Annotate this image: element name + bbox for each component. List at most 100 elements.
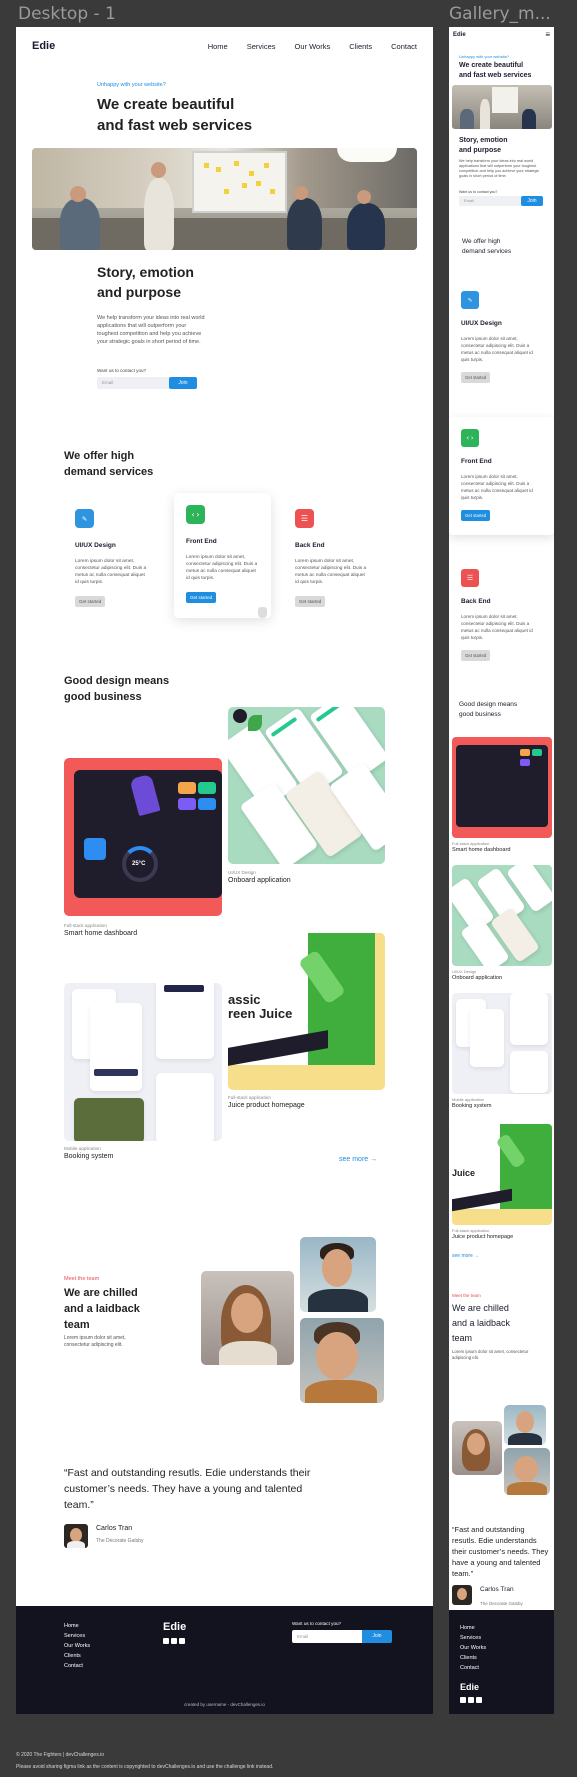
mobile-work-caption-booking: Mobile application Booking system (452, 1097, 491, 1109)
mobile-footer-link-our-works[interactable]: Our Works (460, 1643, 486, 1653)
mobile-service-card-uiux: ✎ UI/UX Design Lorem ipsum dolor sit ame… (449, 279, 554, 396)
mobile-work-name[interactable]: Juice product homepage (452, 1234, 513, 1240)
logo[interactable]: Edie (32, 40, 55, 52)
mobile-footer-link-home[interactable]: Home (460, 1623, 486, 1633)
footer-link-home[interactable]: Home (64, 1621, 90, 1631)
service-card-desc: Lorem ipsum dolor sit amet, consectetur … (75, 559, 147, 585)
work-name[interactable]: Onboard application (228, 877, 291, 884)
mobile-frame: Edie ≡ Unhappy with your website? We cre… (449, 27, 554, 1714)
story-title-line-2: and purpose (97, 284, 182, 300)
nav-links: Home Services Our Works Clients Contact (189, 42, 417, 51)
mobile-service-card-backend: ☰ Back End Lorem ipsum dolor sit amet, c… (449, 557, 554, 674)
mobile-work-category: Full-stack application (452, 1228, 490, 1233)
mobile-work-image-juice[interactable]: Juice (452, 1124, 552, 1225)
nav-link-services[interactable]: Services (247, 42, 276, 51)
nav-link-our-works[interactable]: Our Works (295, 42, 331, 51)
mobile-story-body: We help transform your ideas into real w… (459, 159, 540, 178)
services-title-line-1: We offer high (64, 450, 135, 462)
mobile-logo[interactable]: Edie (453, 32, 466, 38)
work-category: Mobile application (64, 1146, 101, 1151)
mobile-work-image-smart-home[interactable] (452, 737, 552, 838)
nav-link-contact[interactable]: Contact (391, 42, 417, 51)
mobile-see-more-link[interactable]: see more → (452, 1253, 479, 1259)
footer-link-our-works[interactable]: Our Works (64, 1641, 90, 1651)
mobile-works-title-line-2: good business (459, 711, 501, 718)
mobile-services-title-line-1: We offer high (462, 238, 501, 245)
testimonial-avatar (64, 1524, 88, 1548)
work-image-booking[interactable] (64, 983, 222, 1141)
services-title-line-2: demand services (64, 466, 154, 478)
mobile-footer-link-services[interactable]: Services (460, 1633, 486, 1643)
mobile-get-started-button[interactable]: Get started (461, 650, 491, 661)
work-caption-smart-home: Full-stack application Smart home dashbo… (64, 923, 137, 937)
footer-link-services[interactable]: Services (64, 1631, 90, 1641)
linkedin-icon[interactable] (171, 1638, 177, 1644)
juice-hero-text: assic reen Juice (228, 993, 292, 1021)
footer-email-input[interactable]: Email (292, 1630, 362, 1643)
work-name[interactable]: Smart home dashboard (64, 930, 137, 937)
mobile-get-started-button[interactable]: Get started (461, 510, 491, 521)
mobile-testimonial-role: The Decorate Gatsby (480, 1601, 523, 1606)
testimonial-quote: “Fast and outstanding resutls. Edie unde… (64, 1467, 311, 1511)
get-started-button[interactable]: Get started (186, 592, 217, 603)
mobile-footer-link-clients[interactable]: Clients (460, 1653, 486, 1663)
instagram-icon[interactable] (163, 1638, 169, 1644)
service-card-desc: Lorem ipsum dolor sit amet, consectetur … (186, 555, 258, 581)
work-image-onboard[interactable] (228, 707, 385, 864)
legal-notice: Please avoid sharing figma link as the c… (16, 1764, 274, 1770)
mobile-join-button[interactable]: Join (521, 196, 543, 206)
twitter-icon[interactable] (179, 1638, 185, 1644)
mobile-hero-title-line-2: and fast web services (459, 72, 532, 79)
work-image-juice[interactable]: assic reen Juice (228, 933, 385, 1090)
mobile-work-image-booking[interactable] (452, 993, 552, 1094)
footer-join-button[interactable]: Join (362, 1630, 392, 1643)
service-card-desc: Lorem ipsum dolor sit amet, consectetur … (295, 559, 367, 585)
story-title-line-1: Story, emotion (97, 264, 194, 280)
see-more-link[interactable]: see more → (339, 1156, 377, 1163)
mobile-team-title-line-2: and a laidback (452, 1318, 511, 1328)
works-title-line-2: good business (64, 691, 142, 703)
footer-brand: Edie (163, 1621, 186, 1644)
mobile-email-form: Email Join (459, 196, 543, 206)
mobile-hero-title-line-1: We create beautiful (459, 62, 524, 69)
list-icon: ☰ (295, 509, 314, 528)
mobile-story-title-line-1: Story, emotion (459, 137, 508, 144)
mobile-team-eyebrow: Meet the team (452, 1293, 481, 1298)
story-title: Story, emotion and purpose (97, 262, 194, 302)
story-email-input[interactable]: Email (97, 377, 169, 389)
work-caption-onboard: UI/UX Design Onboard application (228, 870, 291, 884)
linkedin-icon[interactable] (468, 1697, 474, 1703)
mobile-email-input[interactable]: Email (459, 196, 521, 206)
mobile-get-started-button[interactable]: Get started (461, 372, 491, 383)
mobile-contact-label: Want us to contact you? (459, 190, 498, 194)
temperature-readout: 25°C (132, 861, 146, 867)
get-started-button[interactable]: Get started (295, 596, 326, 607)
mobile-footer-logo[interactable]: Edie (460, 1682, 482, 1692)
hamburger-menu-icon[interactable]: ≡ (545, 31, 550, 39)
team-photo-woman (201, 1271, 294, 1365)
work-image-smart-home[interactable]: 25°C (64, 758, 222, 916)
footer-contact-label: Want us to contact you? (292, 1621, 342, 1626)
get-started-button[interactable]: Get started (75, 596, 106, 607)
mobile-work-name[interactable]: Smart home dashboard (452, 847, 510, 853)
work-name[interactable]: Booking system (64, 1153, 113, 1160)
mobile-work-caption-smart-home: Full-stack application Smart home dashbo… (452, 841, 510, 853)
mobile-service-card-desc: Lorem ipsum dolor sit amet, consectetur … (461, 614, 533, 640)
mobile-work-image-onboard[interactable] (452, 865, 552, 966)
mobile-work-name[interactable]: Booking system (452, 1103, 491, 1109)
nav-link-home[interactable]: Home (208, 42, 228, 51)
service-card-frontend: ‹› Front End Lorem ipsum dolor sit amet,… (174, 493, 271, 618)
footer-logo[interactable]: Edie (163, 1621, 186, 1633)
mobile-testimonial-avatar (452, 1585, 472, 1605)
instagram-icon[interactable] (460, 1697, 466, 1703)
code-icon: ‹› (461, 429, 479, 447)
mobile-work-name[interactable]: Onboard application (452, 975, 502, 981)
work-name[interactable]: Juice product homepage (228, 1102, 305, 1109)
footer-link-clients[interactable]: Clients (64, 1651, 90, 1661)
footer-link-contact[interactable]: Contact (64, 1661, 90, 1671)
nav-link-clients[interactable]: Clients (349, 42, 372, 51)
twitter-icon[interactable] (476, 1697, 482, 1703)
story-join-button[interactable]: Join (169, 377, 197, 389)
mobile-footer-link-contact[interactable]: Contact (460, 1663, 486, 1673)
mobile-team-body: Lorem ipsum dolor sit amet, consectetur … (452, 1349, 529, 1360)
